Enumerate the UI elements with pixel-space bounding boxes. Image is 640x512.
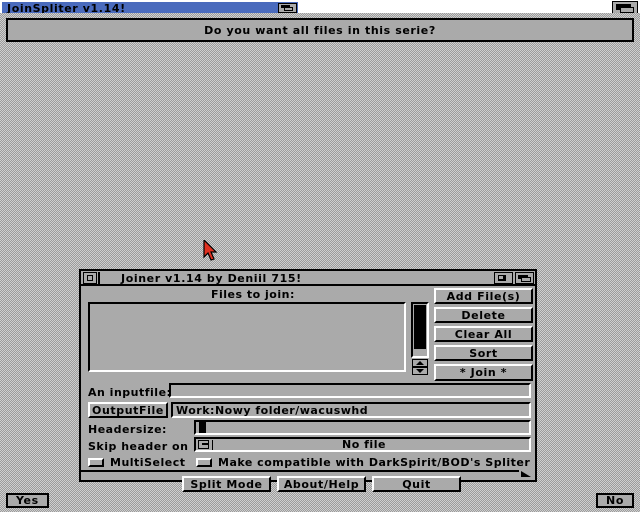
text-cursor [199,422,206,433]
add-files-button[interactable]: Add File(s) [434,288,533,304]
list-scroll-up-icon[interactable] [412,359,428,367]
close-icon[interactable] [83,272,100,286]
about-help-button[interactable]: About/Help [277,476,366,492]
list-scroll-trough[interactable] [411,302,429,358]
skipheader-cycle-field[interactable]: No file [194,437,531,452]
list-scroll-down-icon[interactable] [412,367,428,375]
multiselect-checkbox-row[interactable]: MultiSelect [88,456,185,469]
files-to-join-label: Files to join: [211,288,295,301]
compatible-checkbox-row[interactable]: Make compatible with DarkSpirit/BOD's Sp… [196,456,530,469]
quit-button[interactable]: Quit [372,476,461,492]
headersize-field[interactable] [194,420,531,435]
depth-icon[interactable] [278,3,297,13]
inputfile-label: An inputfile: [88,386,172,399]
requester-no-button[interactable]: No [596,493,634,508]
delete-button[interactable]: Delete [434,307,533,323]
resize-icon[interactable] [519,470,535,480]
file-list-box[interactable] [88,302,406,372]
depth-icon[interactable] [515,272,534,284]
joiner-body: Files to join: Add File(s) Delete Clear … [81,286,535,492]
requester-joinspliter[interactable]: JoinSpliter v1.14! Do you want all files… [0,0,640,512]
compatible-checkbox[interactable] [196,458,212,467]
join-button[interactable]: * Join * [434,364,533,381]
joiner-title-bar[interactable]: Joiner v1.14 by Deniil 715! [81,271,535,286]
requester-yes-button[interactable]: Yes [6,493,49,508]
separator [81,470,535,472]
split-mode-button[interactable]: Split Mode [182,476,271,492]
joiner-window-title: Joiner v1.14 by Deniil 715! [121,272,302,285]
skipheader-label: Skip header on [88,440,189,453]
inputfile-field[interactable] [169,383,531,398]
popup-icon[interactable] [198,440,209,449]
sort-button[interactable]: Sort [434,345,533,361]
multiselect-checkbox[interactable] [88,458,104,467]
outputfile-button[interactable]: OutputFile [88,402,168,418]
outputfile-field[interactable]: Work:Nowy folder/wacuswhd [171,402,531,418]
window-joiner[interactable]: Joiner v1.14 by Deniil 715! Files to joi… [79,269,537,492]
requester-message: Do you want all files in this serie? [6,18,634,42]
compatible-label: Make compatible with DarkSpirit/BOD's Sp… [218,456,531,469]
clear-all-button[interactable]: Clear All [434,326,533,342]
field-divider [212,440,213,450]
skipheader-value: No file [342,438,386,451]
zoom-icon[interactable] [494,272,513,284]
workbench-screen: Workbench Screen ✓✓ Ram Disk Work S [0,0,640,512]
list-scroll-knob[interactable] [414,305,426,349]
headersize-label: Headersize: [88,423,167,436]
multiselect-label: MultiSelect [110,456,186,469]
